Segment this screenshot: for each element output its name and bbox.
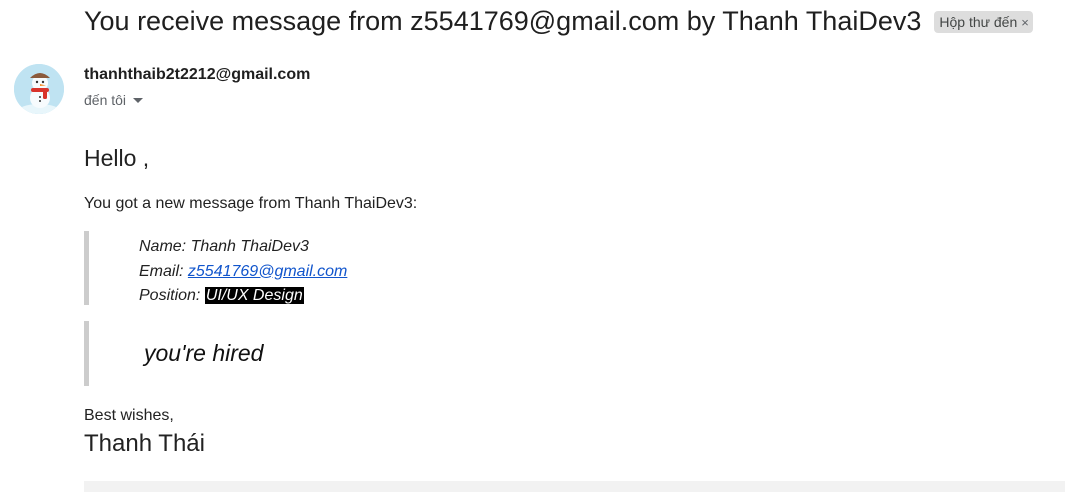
reply-area-edge <box>84 481 1065 492</box>
recipient-row[interactable]: đến tôi <box>84 92 144 108</box>
inbox-label-chip[interactable]: Hộp thư đến × <box>934 11 1033 33</box>
chevron-down-icon[interactable] <box>133 98 144 103</box>
inbox-label-text: Hộp thư đến <box>939 14 1018 30</box>
position-label: Position: <box>139 287 205 304</box>
greeting: Hello , <box>84 145 150 171</box>
name-label: Name: <box>139 238 191 255</box>
sender-email[interactable]: thanhthaib2t2212@gmail.com <box>84 66 310 84</box>
detail-position-row: Position: UI/UX Design <box>139 284 347 309</box>
detail-name-row: Name: Thanh ThaiDev3 <box>139 235 347 260</box>
snowman-avatar-icon <box>14 64 64 114</box>
subject-row: You receive message from z5541769@gmail.… <box>84 3 1033 39</box>
signature: Thanh Thái <box>84 430 205 457</box>
email-label: Email: <box>139 262 188 280</box>
intro-text: You got a new message from Thanh ThaiDev… <box>84 195 418 212</box>
detail-email-row: Email: z5541769@gmail.com <box>139 260 347 285</box>
recipient-text: đến tôi <box>84 92 127 108</box>
quote-border-details <box>84 231 89 305</box>
email-subject: You receive message from z5541769@gmail.… <box>84 6 922 36</box>
contact-details: Name: Thanh ThaiDev3 Email: z5541769@gma… <box>139 235 347 309</box>
sender-avatar[interactable] <box>14 64 64 114</box>
message-text: you're hired <box>144 340 264 366</box>
email-view: You receive message from z5541769@gmail.… <box>0 0 1065 492</box>
close-icon[interactable]: × <box>1021 15 1029 30</box>
closing-text: Best wishes, <box>84 407 174 424</box>
position-value: UI/UX Design <box>204 287 304 304</box>
quote-border-message <box>84 321 89 386</box>
email-link[interactable]: z5541769@gmail.com <box>188 263 347 280</box>
name-value: Thanh ThaiDev3 <box>190 238 309 255</box>
